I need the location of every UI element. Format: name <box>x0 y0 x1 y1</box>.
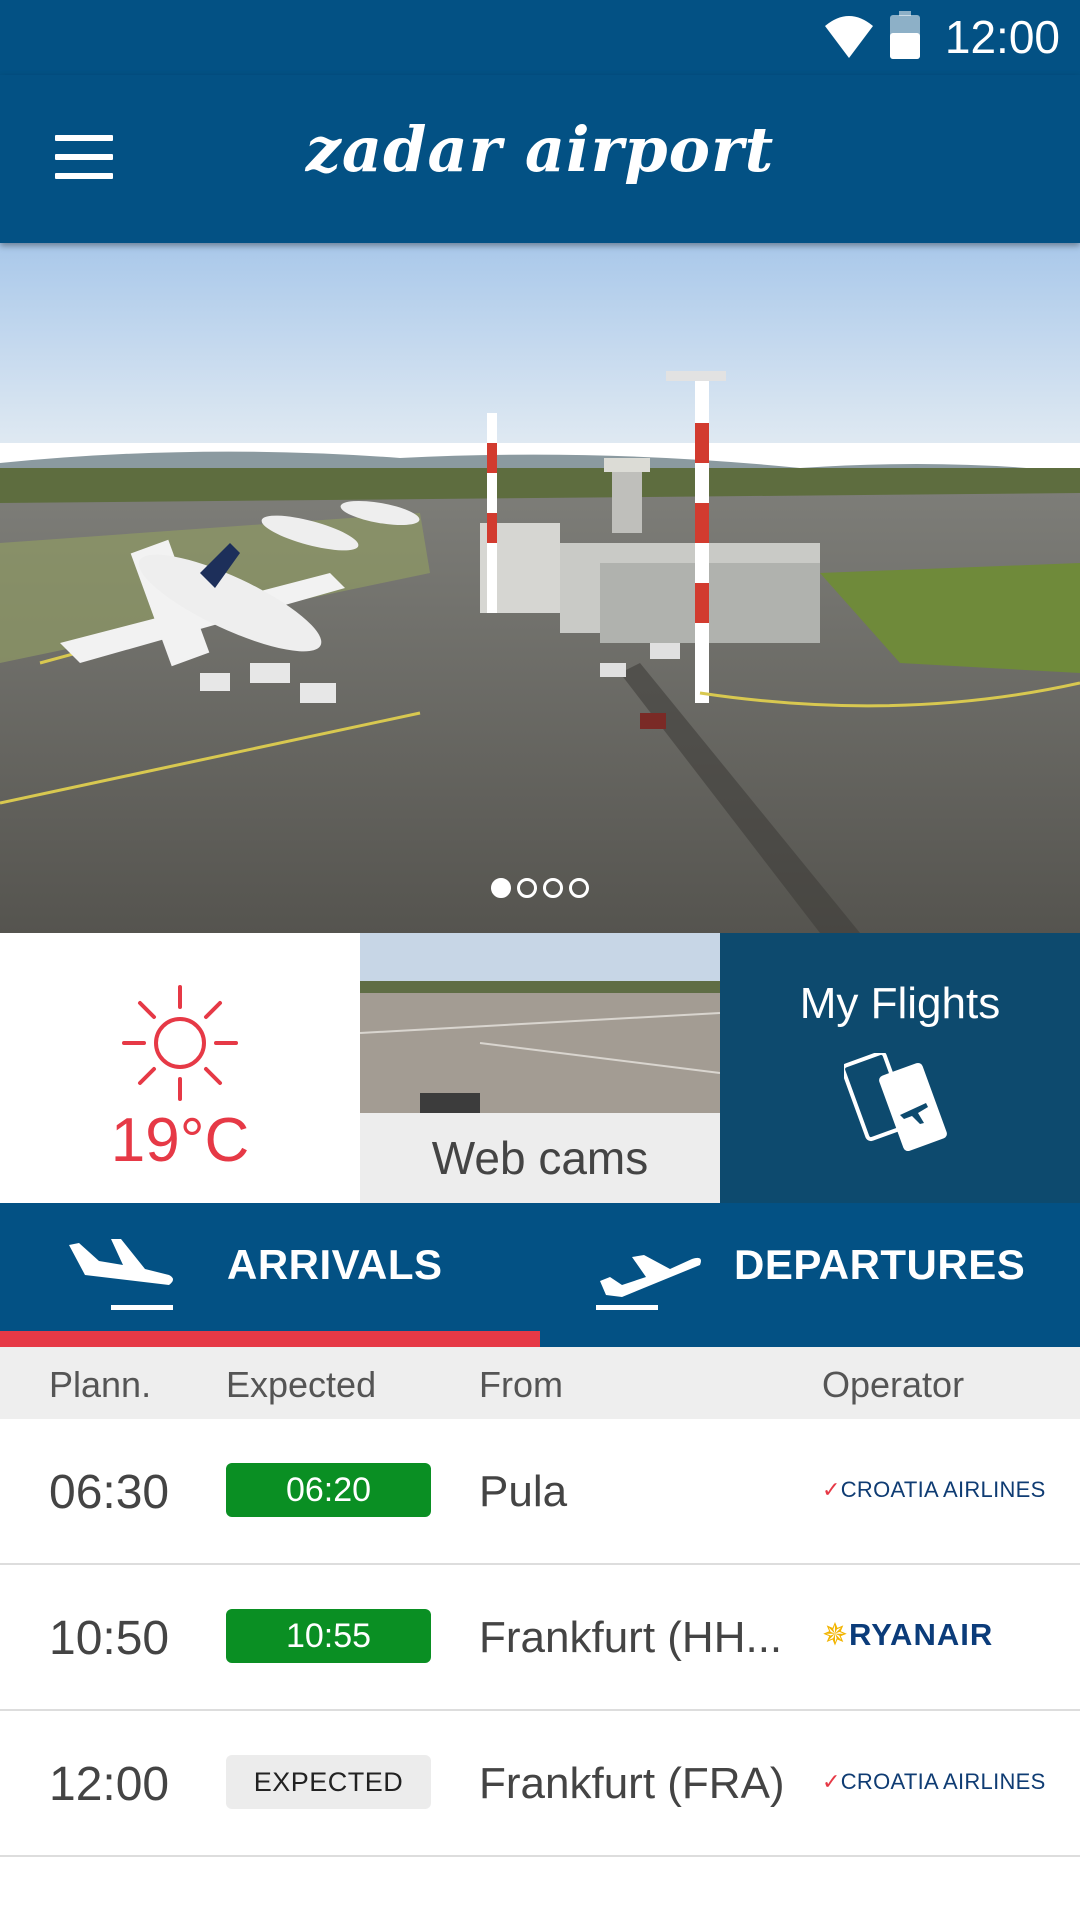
flight-tabs: ARRIVALS DEPARTURES <box>0 1203 1080 1347</box>
flight-row[interactable]: 06:30 06:20 Pula ✓CROATIA AIRLINES <box>0 1419 1080 1565</box>
carousel-dot[interactable] <box>543 878 563 898</box>
arrivals-label: ARRIVALS <box>227 1241 443 1288</box>
origin-city: Pula <box>479 1467 568 1516</box>
operator-logo-croatia-airlines: ✓CROATIA AIRLINES <box>822 1477 1046 1502</box>
operator-logo-ryanair: ✵RYANAIR <box>822 1617 994 1652</box>
planned-time: 10:50 <box>49 1612 170 1665</box>
webcam-thumbnail <box>360 933 720 1113</box>
status-bar: 12:00 <box>0 0 1080 75</box>
operator-logo-croatia-airlines: ✓CROATIA AIRLINES <box>822 1769 1046 1794</box>
webcams-tile[interactable]: Web cams <box>360 933 720 1203</box>
origin-city: Frankfurt (FRA) <box>479 1759 785 1808</box>
my-flights-tile[interactable]: My Flights <box>720 933 1080 1203</box>
flights-list: 06:30 06:20 Pula ✓CROATIA AIRLINES 10:50… <box>0 1419 1080 1857</box>
flight-row[interactable]: 12:00 EXPECTED Frankfurt (FRA) ✓CROATIA … <box>0 1711 1080 1857</box>
departures-label: DEPARTURES <box>734 1241 1026 1288</box>
plane-takeoff-icon <box>596 1255 701 1310</box>
carousel-dot[interactable] <box>569 878 589 898</box>
active-tab-indicator <box>0 1331 540 1347</box>
origin-city: Frankfurt (HH... <box>479 1613 783 1662</box>
airport-photo <box>0 243 1080 933</box>
weather-tile[interactable]: 19°C <box>0 933 360 1203</box>
column-header-expected: Expected <box>226 1364 377 1405</box>
status-time: 12:00 <box>944 11 1060 63</box>
carousel-dot[interactable] <box>491 878 511 898</box>
expected-time-badge: 06:20 <box>226 1463 431 1517</box>
planned-time: 06:30 <box>49 1466 170 1519</box>
hero-carousel[interactable] <box>0 243 1080 933</box>
tab-arrivals[interactable]: ARRIVALS <box>0 1203 540 1347</box>
quick-tiles: 19°C Web cams My Flights <box>0 933 1080 1203</box>
wifi-icon <box>825 16 873 58</box>
webcams-label: Web cams <box>431 1132 649 1184</box>
app-bar: zadar airport <box>0 75 1080 243</box>
app-title-logo: zadar airport <box>305 113 775 186</box>
column-header-from: From <box>479 1364 563 1405</box>
carousel-dot[interactable] <box>517 878 537 898</box>
battery-icon <box>890 11 920 59</box>
column-header-operator: Operator <box>822 1364 965 1405</box>
tab-departures[interactable]: DEPARTURES <box>540 1203 1080 1347</box>
carousel-indicator[interactable] <box>0 878 1080 903</box>
plane-landing-icon <box>69 1239 173 1310</box>
sun-icon <box>122 985 238 1101</box>
flights-table-header: Plann. Expected From Operator <box>0 1347 1080 1419</box>
expected-status-badge: EXPECTED <box>226 1755 431 1809</box>
column-header-planned: Plann. <box>49 1364 152 1405</box>
temperature-value: 19°C <box>110 1106 250 1175</box>
flight-row[interactable]: 10:50 10:55 Frankfurt (HH... ✵RYANAIR <box>0 1565 1080 1711</box>
boarding-pass-icon <box>844 1053 947 1152</box>
app-screen: 12:00 zadar airport 19°C Web cams My Fli… <box>0 0 1080 1920</box>
planned-time: 12:00 <box>49 1758 170 1811</box>
expected-time-badge: 10:55 <box>226 1609 431 1663</box>
my-flights-label: My Flights <box>799 979 1001 1028</box>
